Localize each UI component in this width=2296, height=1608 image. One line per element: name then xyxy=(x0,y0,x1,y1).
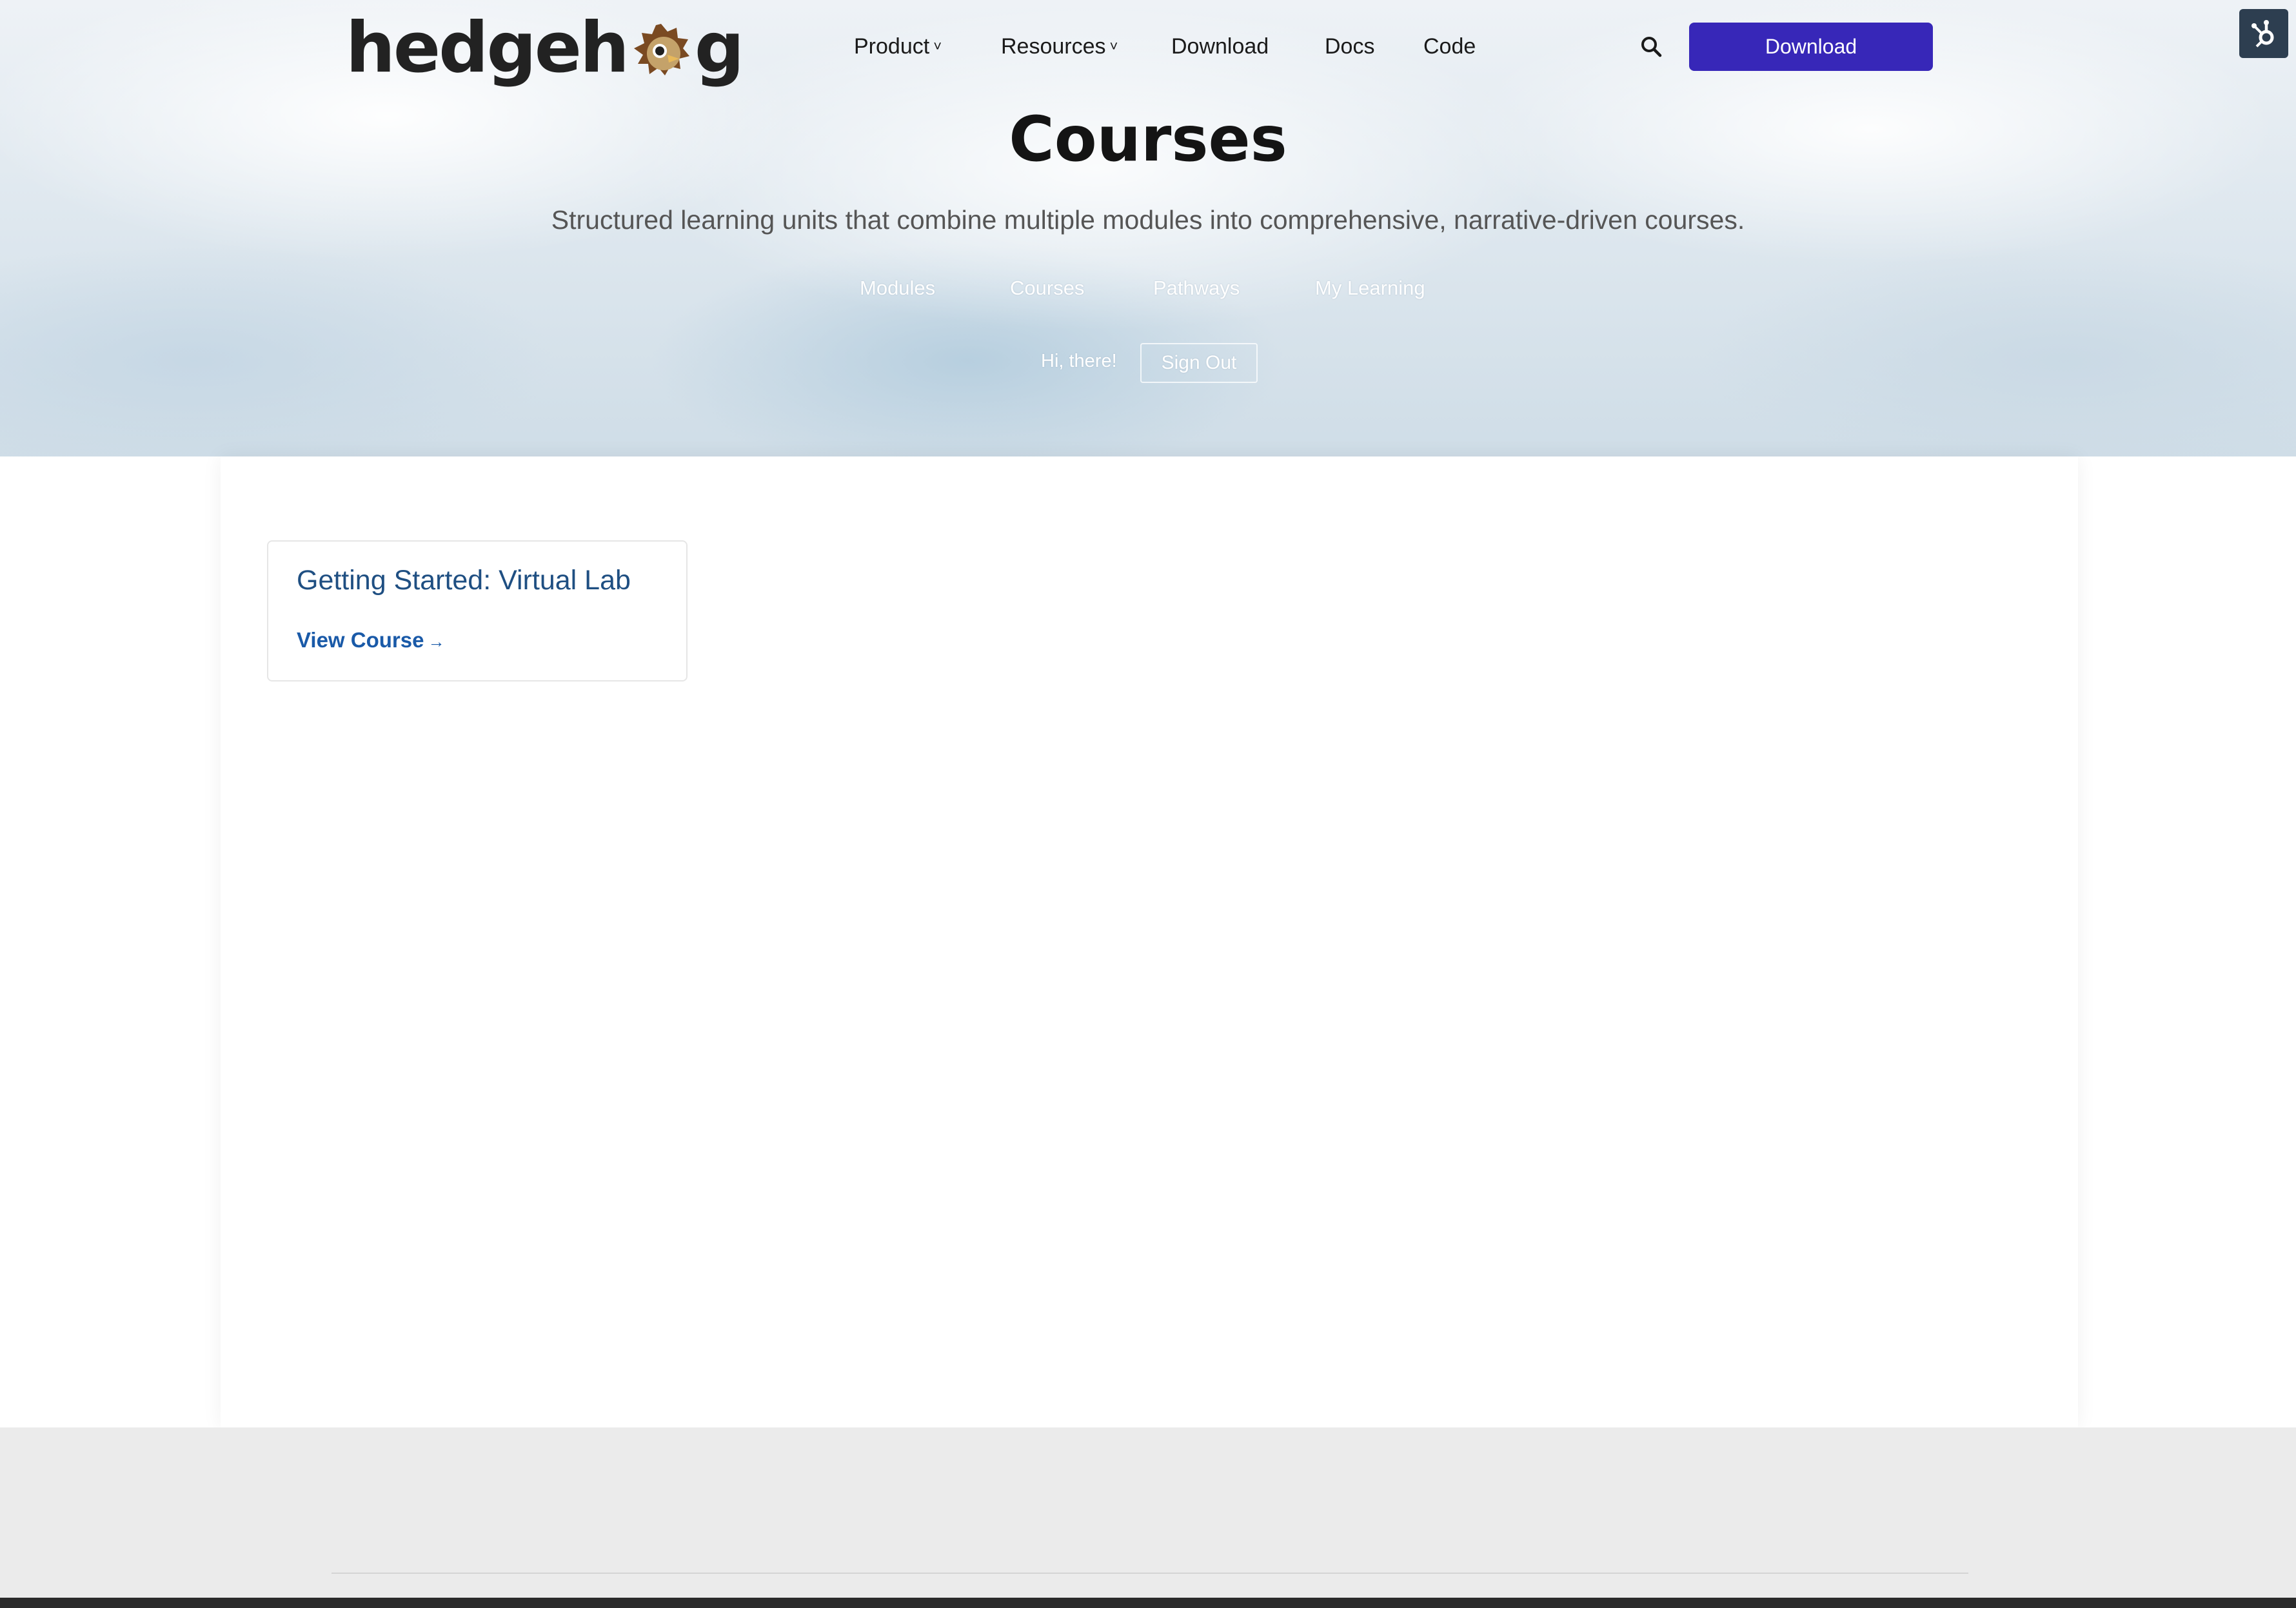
nav-product-label: Product xyxy=(854,34,930,59)
page-subtitle: Structured learning units that combine m… xyxy=(551,205,1745,235)
hedgehog-logo[interactable]: hedgeh g xyxy=(346,7,744,88)
nav-code[interactable]: Code xyxy=(1423,30,1476,63)
search-icon xyxy=(1641,37,1662,57)
nav-code-label: Code xyxy=(1423,34,1476,59)
sign-out-label: Sign Out xyxy=(1161,352,1237,373)
footer xyxy=(0,1427,2296,1608)
hedgehog-mascot-icon xyxy=(630,17,692,79)
course-title[interactable]: Getting Started: Virtual Lab xyxy=(297,565,631,596)
sign-out-button[interactable]: Sign Out xyxy=(1140,343,1258,383)
hubspot-widget[interactable] xyxy=(2239,9,2288,58)
chevron-down-icon: ˅ xyxy=(1109,38,1118,54)
course-card[interactable]: Getting Started: Virtual Lab View Course… xyxy=(267,540,688,681)
logo-text-left: hedgeh xyxy=(346,7,629,88)
hubspot-sprocket-icon xyxy=(2251,20,2274,48)
nav-docs[interactable]: Docs xyxy=(1325,30,1374,63)
nav-product[interactable]: Product ˅ xyxy=(854,30,942,63)
footer-divider xyxy=(332,1573,1968,1574)
chevron-down-icon: ˅ xyxy=(933,38,942,54)
arrow-right-icon: → xyxy=(428,632,445,651)
tab-courses[interactable]: Courses xyxy=(1010,273,1084,303)
download-button[interactable]: Download xyxy=(1689,23,1933,71)
tab-pathways-label: Pathways xyxy=(1153,277,1240,299)
nav-resources[interactable]: Resources ˅ xyxy=(1001,30,1118,63)
view-course-label: View Course xyxy=(297,628,424,652)
nav-docs-label: Docs xyxy=(1325,34,1375,59)
page-title: Courses xyxy=(1009,103,1287,175)
logo-text-right: g xyxy=(694,7,744,88)
tab-modules-label: Modules xyxy=(860,277,936,299)
tab-my-learning[interactable]: My Learning xyxy=(1315,273,1425,303)
tab-my-learning-label: My Learning xyxy=(1315,277,1425,299)
user-greeting: Hi, there! xyxy=(1041,351,1117,371)
bottom-bar xyxy=(0,1598,2296,1608)
tab-courses-label: Courses xyxy=(1010,277,1085,299)
nav-download-label: Download xyxy=(1171,34,1269,59)
nav-resources-label: Resources xyxy=(1001,34,1106,59)
download-button-label: Download xyxy=(1765,35,1857,58)
nav-download[interactable]: Download xyxy=(1171,30,1269,63)
search-button[interactable] xyxy=(1637,32,1665,61)
tab-pathways[interactable]: Pathways xyxy=(1153,273,1240,303)
tab-modules[interactable]: Modules xyxy=(860,273,935,303)
view-course-link[interactable]: View Course → xyxy=(297,628,444,652)
